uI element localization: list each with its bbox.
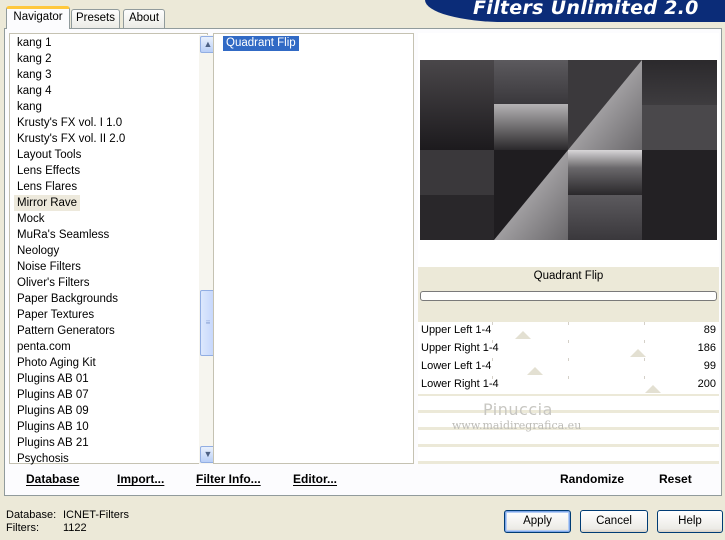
category-list[interactable]: kang 1 kang 2 kang 3 kang 4 kang Krusty's FX …: [9, 33, 217, 467]
category-item[interactable]: kang 2: [14, 51, 55, 67]
param-label: Lower Left 1-4: [421, 360, 492, 372]
category-item[interactable]: Neology: [14, 243, 62, 259]
slider-thumb[interactable]: [645, 385, 661, 393]
param-label: Lower Right 1-4: [421, 378, 499, 390]
param-label: Upper Left 1-4: [421, 324, 492, 336]
progress-bar: [420, 291, 717, 301]
database-label: Database:: [6, 509, 57, 521]
category-item[interactable]: penta.com: [14, 339, 74, 355]
category-item[interactable]: Plugins AB 07: [14, 387, 92, 403]
param-slider[interactable]: Upper Right 1-4 186: [418, 340, 719, 358]
category-item[interactable]: Psychosis: [14, 451, 72, 467]
slider-tick: [644, 376, 645, 379]
slider-tick: [492, 358, 493, 361]
slider-thumb[interactable]: [630, 349, 646, 357]
category-item[interactable]: Lens Flares: [14, 179, 80, 195]
slider-tick: [568, 340, 569, 343]
category-item[interactable]: kang 1: [14, 35, 55, 51]
empty-param-row: [418, 447, 719, 461]
selected-filter-name: Quadrant Flip: [533, 270, 604, 282]
slider-tick: [644, 358, 645, 361]
tab-about[interactable]: About: [123, 9, 165, 28]
category-item[interactable]: Krusty's FX vol. II 2.0: [14, 131, 128, 147]
param-slider[interactable]: Upper Left 1-4 89: [418, 322, 719, 340]
param-slider[interactable]: Lower Left 1-4 99: [418, 358, 719, 376]
database-value: ICNET-Filters: [63, 509, 129, 521]
category-item[interactable]: Noise Filters: [14, 259, 84, 275]
app-title: Filters Unlimited 2.0: [473, 0, 699, 19]
slider-tick: [644, 322, 645, 325]
slider-thumb[interactable]: [515, 331, 531, 339]
category-item[interactable]: Paper Backgrounds: [14, 291, 121, 307]
category-item[interactable]: Mock: [14, 211, 47, 227]
param-value: 200: [697, 378, 716, 390]
category-item[interactable]: kang 4: [14, 83, 55, 99]
category-item[interactable]: Layout Tools: [14, 147, 84, 163]
import-button[interactable]: Import...: [117, 472, 164, 486]
slider-tick: [492, 322, 493, 325]
chevron-down-icon: ▼: [203, 449, 213, 459]
param-slider[interactable]: Lower Right 1-4 200: [418, 376, 719, 394]
randomize-button[interactable]: Randomize: [560, 472, 624, 486]
category-item[interactable]: Plugins AB 21: [14, 435, 92, 451]
category-item[interactable]: Pattern Generators: [14, 323, 118, 339]
category-item[interactable]: kang: [14, 99, 45, 115]
category-item[interactable]: Photo Aging Kit: [14, 355, 99, 371]
category-item[interactable]: Lens Effects: [14, 163, 83, 179]
filter-info-button[interactable]: Filter Info...: [196, 472, 261, 486]
param-label: Upper Right 1-4: [421, 342, 499, 354]
category-item[interactable]: Paper Textures: [14, 307, 97, 323]
slider-tick: [568, 376, 569, 379]
preview-image: [420, 60, 717, 240]
slider-thumb[interactable]: [527, 367, 543, 375]
chevron-up-icon: ▲: [203, 39, 213, 49]
slider-tick: [568, 358, 569, 361]
filters-count-label: Filters:: [6, 522, 39, 534]
category-item[interactable]: Plugins AB 09: [14, 403, 92, 419]
apply-button[interactable]: Apply: [504, 510, 571, 533]
slider-tick: [644, 340, 645, 343]
category-item[interactable]: Plugins AB 01: [14, 371, 92, 387]
param-value: 99: [703, 360, 716, 372]
slider-tick: [568, 322, 569, 325]
filters-count-value: 1122: [63, 522, 87, 534]
tab-presets[interactable]: Presets: [71, 9, 120, 28]
empty-param-row: [418, 396, 719, 410]
tab-navigator[interactable]: Navigator: [6, 6, 70, 29]
filter-list[interactable]: Quadrant Flip: [213, 33, 414, 464]
param-value: 89: [703, 324, 716, 336]
editor-button[interactable]: Editor...: [293, 472, 337, 486]
reset-button[interactable]: Reset: [659, 472, 692, 486]
grip-icon: ≡: [205, 318, 211, 327]
cancel-button[interactable]: Cancel: [580, 510, 648, 533]
category-item[interactable]: Mirror Rave: [14, 195, 81, 211]
help-button[interactable]: Help: [657, 510, 723, 533]
database-button[interactable]: Database: [26, 472, 79, 486]
param-value: 186: [697, 342, 716, 354]
watermark-url: www.maidiregrafica.eu: [452, 419, 582, 432]
category-item[interactable]: Plugins AB 10: [14, 419, 92, 435]
category-item[interactable]: Oliver's Filters: [14, 275, 92, 291]
category-item[interactable]: MuRa's Seamless: [14, 227, 112, 243]
category-item[interactable]: Krusty's FX vol. I 1.0: [14, 115, 125, 131]
filter-item-quadrant-flip[interactable]: Quadrant Flip: [223, 36, 299, 51]
watermark-name: Pinuccia: [483, 400, 553, 419]
category-item[interactable]: kang 3: [14, 67, 55, 83]
empty-param-row: [418, 430, 719, 444]
